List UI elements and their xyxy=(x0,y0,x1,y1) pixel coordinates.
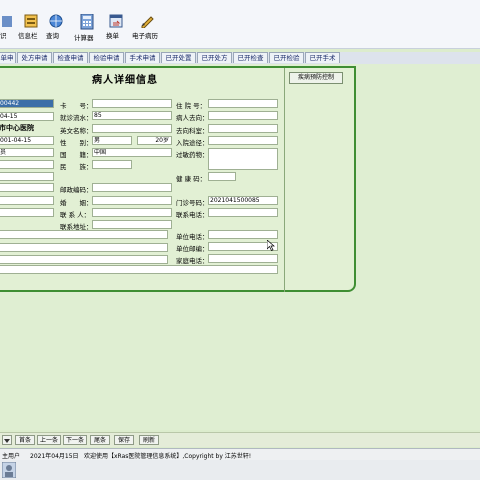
nav-dropdown-button[interactable] xyxy=(2,435,12,445)
admission-route-field[interactable] xyxy=(208,136,278,145)
tab-request[interactable]: 单申请 xyxy=(0,52,16,73)
status-user: 主用户 xyxy=(2,453,21,460)
marriage-label: 婚 姻： xyxy=(60,199,93,207)
home-phone-field[interactable] xyxy=(208,254,278,263)
left-field-11[interactable] xyxy=(0,230,168,239)
dest-dept-field[interactable] xyxy=(208,124,278,133)
card-no-label: 卡 号： xyxy=(60,102,93,110)
pen-record-icon xyxy=(141,16,154,28)
contact-phone-label: 联系电话： xyxy=(176,211,209,219)
partial-icon xyxy=(2,16,12,27)
app-taskbar-icon[interactable] xyxy=(2,462,16,478)
ethnicity-label: 民 族： xyxy=(60,163,93,171)
contact-person-field[interactable] xyxy=(92,208,172,217)
work-postal-label: 单位邮编： xyxy=(176,245,209,253)
tab-prescription-request[interactable]: 处方申请 xyxy=(17,52,52,63)
hospital-name-field: 市中心医院 xyxy=(0,124,34,132)
first-record-button[interactable]: 首条 xyxy=(15,435,35,445)
sex-label: 性 别： xyxy=(60,139,93,147)
toolbar-item-info-panel[interactable]: 信息栏 xyxy=(18,14,44,46)
health-code-field[interactable] xyxy=(208,172,236,181)
patient-id-field[interactable]: 00442 xyxy=(0,99,54,108)
outpatient-no-label: 门诊号码： xyxy=(176,199,209,207)
postal-code-label: 邮政编码： xyxy=(60,186,93,194)
postal-code-field[interactable] xyxy=(92,183,172,192)
tab-surgery-request[interactable]: 手术申请 xyxy=(125,52,160,63)
contact-address-label: 联系地址： xyxy=(60,223,93,231)
left-field-6[interactable] xyxy=(0,160,54,169)
left-field-9[interactable] xyxy=(0,196,54,205)
status-welcome: 欢迎使用【xRas医院管理信息系统】,Copyright by 江苏世轩! xyxy=(84,453,252,460)
last-record-button[interactable]: 尾条 xyxy=(90,435,110,445)
tab-strip: 单申请 处方申请 检查申请 检验申请 手术申请 已开处置 已开处方 已开检查 已… xyxy=(0,52,480,73)
allergy-field[interactable] xyxy=(208,148,278,170)
contact-address-field[interactable] xyxy=(92,220,172,229)
tab-issued-exam[interactable]: 已开检查 xyxy=(233,52,268,63)
ethnicity-field[interactable] xyxy=(92,160,132,169)
toolbar-item-calculator[interactable]: 计算器 xyxy=(74,14,100,46)
triangle-down-icon xyxy=(4,439,10,443)
age-field[interactable]: 20岁 xyxy=(137,136,172,145)
patient-dest-label: 病人去向： xyxy=(176,114,209,122)
toolbar-item-emr[interactable]: 电子病历 xyxy=(132,14,162,46)
switch-window-icon xyxy=(109,14,123,28)
contact-person-label: 联 系 人： xyxy=(60,211,91,219)
admission-route-label: 入院途径： xyxy=(176,139,209,147)
work-phone-field[interactable] xyxy=(208,230,278,239)
prev-record-button[interactable]: 上一条 xyxy=(37,435,61,445)
left-field-12[interactable] xyxy=(0,243,168,252)
marriage-field[interactable] xyxy=(92,196,172,205)
english-name-label: 英文名称： xyxy=(60,127,93,135)
toolbar-item-search[interactable]: 查询 xyxy=(46,14,66,46)
next-record-button[interactable]: 下一条 xyxy=(63,435,87,445)
tab-issued-prescription[interactable]: 已开处方 xyxy=(197,52,232,63)
calculator-icon xyxy=(80,14,94,30)
tab-lab-request[interactable]: 检验申请 xyxy=(89,52,124,63)
address-field-wide[interactable] xyxy=(0,265,278,274)
left-field-13[interactable] xyxy=(0,255,168,264)
serial-no-field[interactable]: 85 xyxy=(92,111,172,120)
search-globe-icon xyxy=(49,14,63,28)
save-button[interactable]: 保存 xyxy=(114,435,134,445)
admission-no-field[interactable] xyxy=(208,99,278,108)
left-field-8[interactable] xyxy=(0,183,54,192)
taskbar xyxy=(0,460,480,480)
nationality-field[interactable]: 中国 xyxy=(92,148,172,157)
card-no-field[interactable] xyxy=(92,99,172,108)
visit-date-field[interactable]: 04-15 xyxy=(0,112,54,121)
toolbar-item-switch[interactable]: 换单 xyxy=(106,14,126,46)
disease-control-button[interactable]: 疾病预防控制 xyxy=(289,72,343,84)
admission-no-label: 住 院 号： xyxy=(176,102,207,110)
tab-issued-treatment[interactable]: 已开处置 xyxy=(161,52,196,63)
left-field-10[interactable] xyxy=(0,208,54,217)
toolbar: 识 信息栏 查询 计算器 换单 电子病历 xyxy=(0,0,480,49)
tab-issued-lab[interactable]: 已开检验 xyxy=(269,52,304,63)
mouse-cursor-icon xyxy=(267,240,275,251)
panel-title: 病人详细信息 xyxy=(92,75,158,86)
contact-phone-field[interactable] xyxy=(208,208,278,217)
allergy-label: 过敏药物： xyxy=(176,151,209,159)
work-phone-label: 单位电话： xyxy=(176,233,209,241)
nationality-label: 国 籍： xyxy=(60,151,93,159)
status-date: 2021年04月15日 xyxy=(30,453,79,460)
info-panel-icon xyxy=(24,14,38,28)
occupation-field[interactable]: 员 xyxy=(0,148,54,157)
english-name-field[interactable] xyxy=(92,124,172,133)
health-code-label: 健 康 码： xyxy=(176,175,207,183)
toolbar-item-partial[interactable]: 识 xyxy=(0,14,16,46)
patient-dest-field[interactable] xyxy=(208,111,278,120)
left-field-7[interactable] xyxy=(0,172,54,181)
tab-issued-surgery[interactable]: 已开手术 xyxy=(305,52,340,63)
record-navbar: 首条 上一条 下一条 尾条 保存 刷新 xyxy=(0,432,480,447)
sex-field[interactable]: 男 xyxy=(92,136,132,145)
tab-exam-request[interactable]: 检查申请 xyxy=(53,52,88,63)
birth-date-field[interactable]: 001-04-15 xyxy=(0,136,54,145)
refresh-button[interactable]: 刷新 xyxy=(139,435,159,445)
outpatient-no-field[interactable]: 2021041500085 xyxy=(208,196,278,205)
home-phone-label: 家庭电话： xyxy=(176,257,209,265)
dest-dept-label: 去向科室： xyxy=(176,127,209,135)
serial-no-label: 就诊流水： xyxy=(60,114,93,122)
panel-right-bar xyxy=(284,68,351,292)
